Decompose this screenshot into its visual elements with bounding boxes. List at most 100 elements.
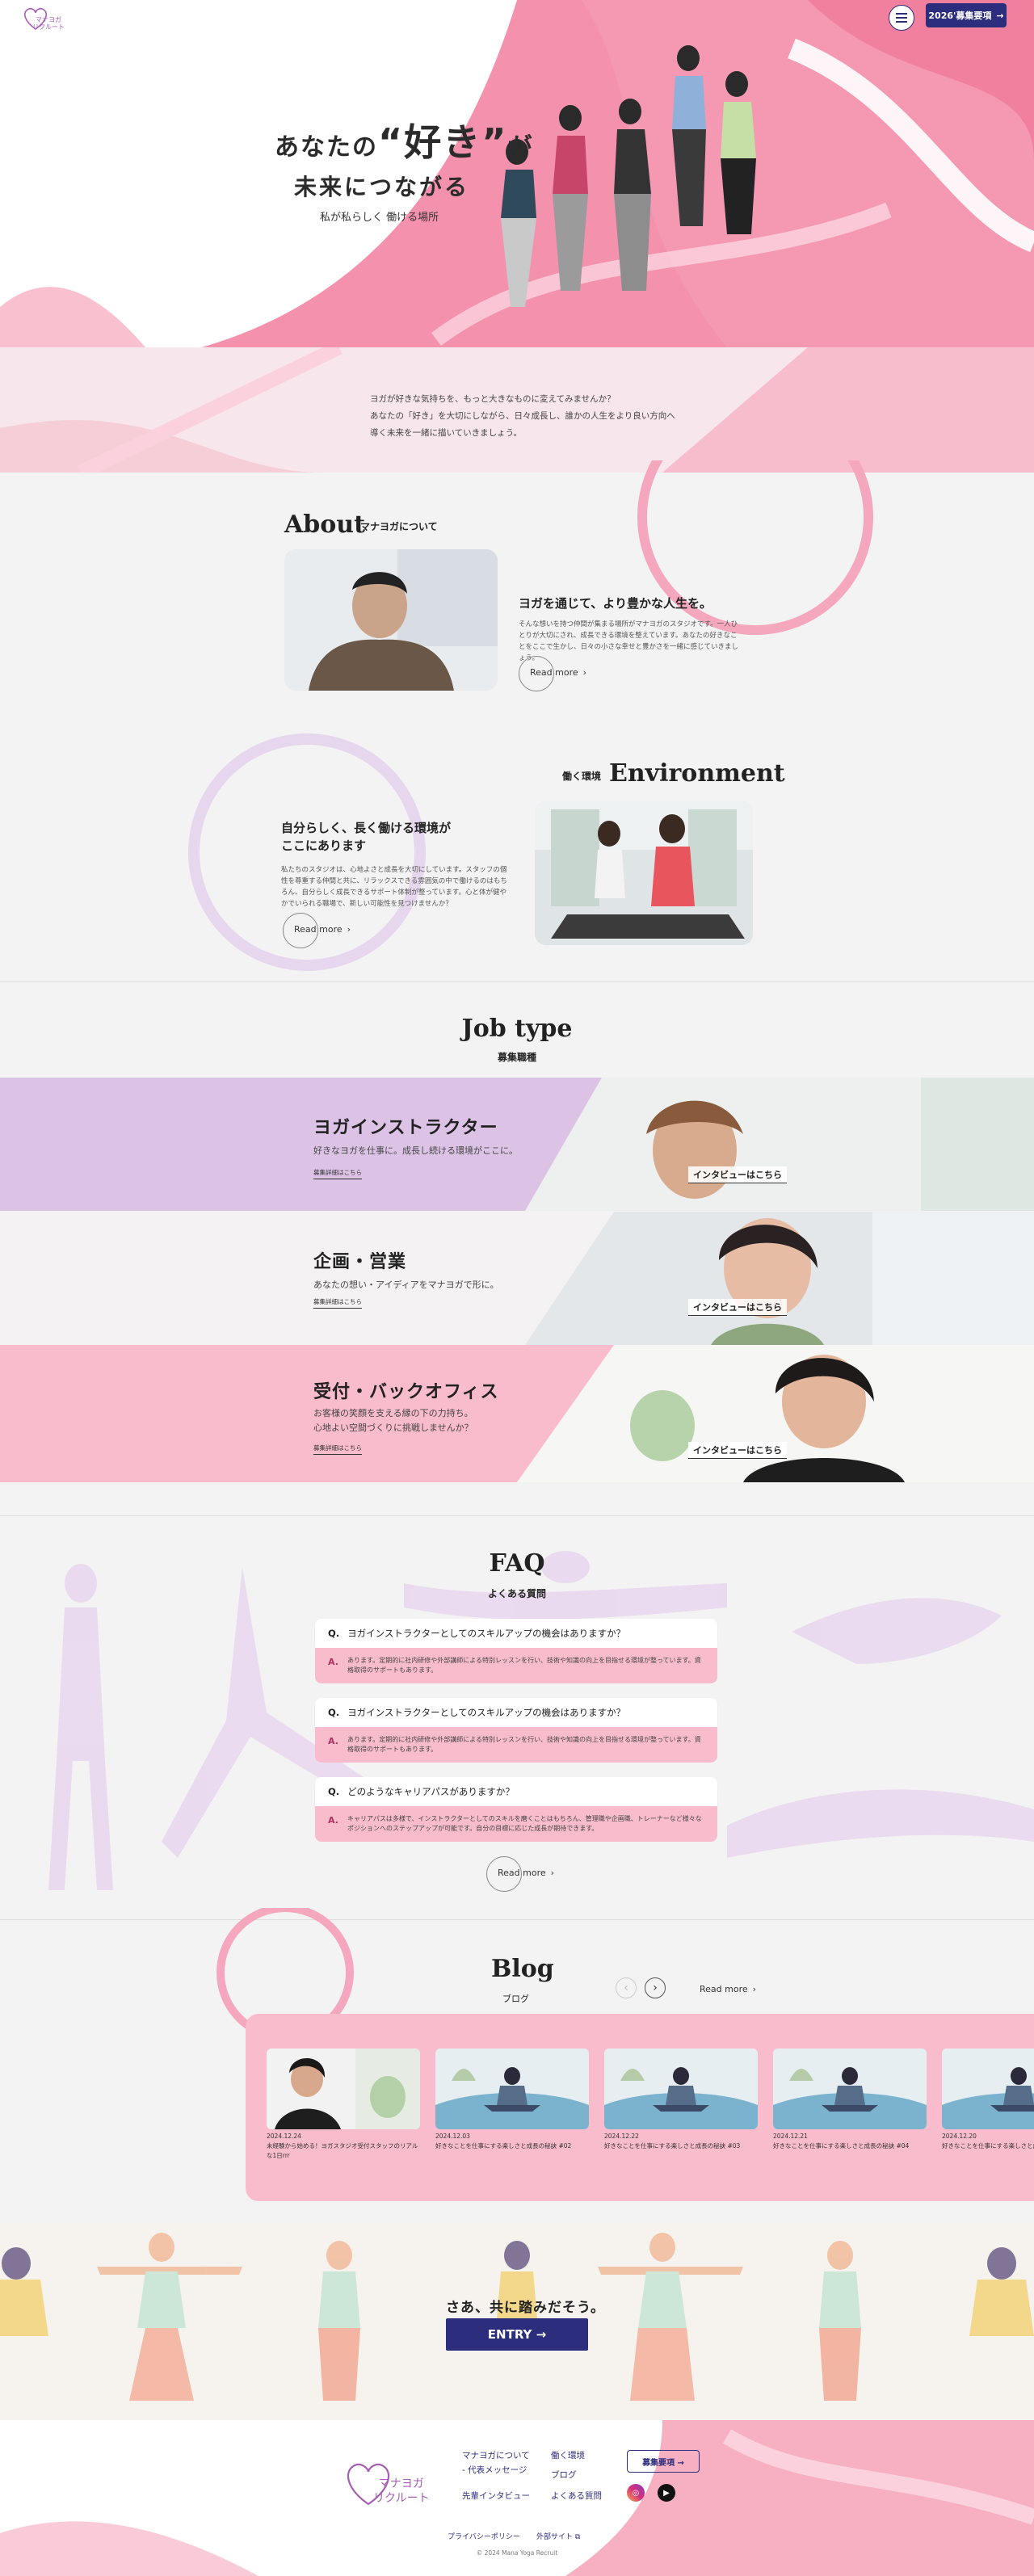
environment-heading: 自分らしく、長く働ける環境が ここにあります: [281, 821, 452, 853]
environment-title-jp: 働く環境: [562, 771, 602, 782]
chevron-right-icon: ›: [752, 1984, 757, 1994]
youtube-icon[interactable]: ▶: [658, 2484, 675, 2502]
footer-link-faq[interactable]: よくある質問: [551, 2490, 602, 2502]
yoga-class-image: [535, 801, 753, 945]
faq-answer: A. キャリアパスは多様で、インストラクターとしてのスキルを磨くことはもちろん、管…: [315, 1806, 717, 1842]
job-detail-link[interactable]: 募集詳細はこちら: [313, 1443, 362, 1455]
hero-section: [0, 0, 1034, 347]
footer-link-interview[interactable]: 先輩インタビュー: [462, 2490, 530, 2502]
q-mark: Q.: [328, 1628, 340, 1639]
job-photo-sales: [525, 1212, 1034, 1345]
blog-card[interactable]: 2024.12.22 好きなことを仕事にする楽しさと成長の秘訣 #03: [604, 2049, 758, 2151]
blog-thumbnail: [942, 2049, 1034, 2129]
about-heading: ヨガを通じて、より豊かな人生を。: [519, 596, 712, 611]
section-divider: [0, 981, 1034, 982]
about-title-jp: マナヨガについて: [360, 521, 438, 532]
hamburger-menu-button[interactable]: [889, 5, 914, 31]
environment-title: Environment: [609, 759, 785, 788]
footer-privacy-link[interactable]: プライバシーポリシー: [448, 2531, 520, 2541]
blog-title-jp: ブログ: [502, 1994, 529, 2004]
man-portrait-image: [284, 549, 498, 691]
a-mark: A.: [328, 1815, 338, 1826]
faq-question[interactable]: Q. どのようなキャリアパスがありますか？: [315, 1777, 717, 1806]
faq-answer: A. あります。定期的に社内研修や外部講師による特別レッスンを行い、技術や知識の向…: [315, 1648, 717, 1683]
job-photo-backoffice: [517, 1345, 1034, 1482]
faq-question[interactable]: Q. ヨガインストラクターとしてのスキルアップの機会はありますか？: [315, 1619, 717, 1648]
job-title: 企画・営業: [313, 1252, 407, 1272]
q-mark: Q.: [328, 1786, 340, 1797]
blog-post-title: 未経験から始める！ヨガスタジオ受付スタッフのリアルな1日rrr: [267, 2142, 418, 2159]
footer-recruit-button[interactable]: 募集要項 →: [627, 2450, 700, 2473]
intro-text: ヨガが好きな気持ちを、もっと大きなものに変えてみませんか？ あなたの「好き」を大…: [370, 394, 675, 438]
blog-post-title: 好きなことを仕事にする楽しさと成長の秘訣 #04: [773, 2142, 910, 2149]
job-desc: お客様の笑顔を支える縁の下の力持ち。 心地よい空間づくりに挑戦しませんか？: [313, 1408, 473, 1433]
blog-date: 2024.12.24: [267, 2133, 301, 2140]
footer-link-about[interactable]: マナヨガについて: [462, 2449, 530, 2461]
jobtype-title-jp: 募集職種: [497, 1052, 536, 1063]
job-detail-link[interactable]: 募集詳細はこちら: [313, 1297, 362, 1309]
hero-title-line1: あなたの“好き”が: [275, 120, 534, 164]
blog-read-more[interactable]: Read more ›: [700, 1984, 756, 1994]
job-detail-link[interactable]: 募集詳細はこちら: [313, 1168, 362, 1179]
environment-body: 私たちのスタジオは、心地よさと成長を大切にしています。スタッフの個性を尊重する仲…: [281, 866, 507, 908]
job-card-backoffice[interactable]: 受付・バックオフィス お客様の笑顔を支える縁の下の力持ち。 心地よい空間づくりに挑…: [0, 1345, 1034, 1482]
header-recruit-button[interactable]: 2026'募集要項 →: [926, 3, 1007, 27]
read-more-circle: [486, 1856, 522, 1892]
blog-post-title: 好きなことを仕事にする楽しさと成長の秘訣 #05: [942, 2142, 1034, 2149]
about-title: About: [284, 511, 365, 539]
about-read-more[interactable]: Read more ›: [519, 656, 587, 691]
interview-link[interactable]: インタビューはこちら: [688, 1442, 787, 1459]
about-photo: [284, 549, 498, 691]
faq-title: FAQ: [489, 1549, 545, 1578]
section-divider: [0, 1919, 1034, 1920]
blog-card[interactable]: 2024.12.03 好きなことを仕事にする楽しさと成長の秘訣 #02: [435, 2049, 589, 2151]
faq-answer: A. あります。定期的に社内研修や外部講師による特別レッスンを行い、技術や知識の向…: [315, 1727, 717, 1763]
blog-title: Blog: [491, 1955, 554, 1983]
blog-card[interactable]: 2024.12.20 好きなことを仕事にする楽しさと成長の秘訣 #05: [942, 2049, 1034, 2151]
blog-card[interactable]: 2024.12.24 未経験から始める！ヨガスタジオ受付スタッフのリアルな1日r…: [267, 2049, 420, 2161]
footer-logo-text: マナヨガ リクルート: [373, 2477, 430, 2505]
hero-title-line2: 未来につながる: [294, 174, 470, 200]
blog-date: 2024.12.20: [942, 2133, 977, 2140]
blog-date: 2024.12.21: [773, 2133, 808, 2140]
faq-title-jp: よくある質問: [487, 1588, 546, 1599]
blog-thumbnail: [773, 2049, 927, 2129]
job-title: ヨガインストラクター: [313, 1118, 498, 1138]
footer-external-link[interactable]: 外部サイト ⧉: [536, 2531, 580, 2541]
instagram-icon[interactable]: ◎: [627, 2484, 645, 2502]
interview-link[interactable]: インタビューはこちら: [688, 1166, 787, 1183]
faq-read-more[interactable]: Read more ›: [486, 1856, 554, 1892]
read-more-circle: [519, 656, 554, 691]
environment-read-more[interactable]: Read more ›: [283, 913, 351, 948]
footer-link-message[interactable]: - 代表メッセージ: [462, 2464, 527, 2476]
job-card-sales[interactable]: 企画・営業 あなたの想い・アイディアをマナヨガで形に。 募集詳細はこちら インタ…: [0, 1212, 1034, 1345]
job-card-instructor[interactable]: ヨガインストラクター 好きなヨガを仕事に。成長し続ける環境がここに。 募集詳細は…: [0, 1078, 1034, 1211]
external-link-icon: ⧉: [574, 2533, 581, 2541]
a-mark: A.: [328, 1736, 338, 1746]
hero-title-keyword: “好き”: [378, 120, 508, 164]
footer-copyright: © 2024 Mana Yoga Recruit: [476, 2549, 558, 2557]
a-mark: A.: [328, 1657, 338, 1667]
blog-thumbnail: [267, 2049, 420, 2129]
blog-card[interactable]: 2024.12.21 好きなことを仕事にする楽しさと成長の秘訣 #04: [773, 2049, 927, 2151]
logo-text: マナヨガ リクルート: [32, 16, 65, 31]
entry-button[interactable]: ENTRY →: [446, 2318, 588, 2351]
faq-question[interactable]: Q. ヨガインストラクターとしてのスキルアップの機会はありますか？: [315, 1698, 717, 1727]
chevron-right-icon: ›: [582, 667, 587, 678]
job-title: 受付・バックオフィス: [313, 1382, 499, 1402]
blog-date: 2024.12.22: [604, 2133, 639, 2140]
blog-next-button[interactable]: ›: [645, 1977, 666, 1998]
interview-link[interactable]: インタビューはこちら: [688, 1299, 787, 1316]
footer-link-environment[interactable]: 働く環境: [551, 2449, 585, 2461]
hero-subtitle: 私が私らしく 働ける場所: [320, 212, 439, 224]
footer-link-blog[interactable]: ブログ: [551, 2469, 577, 2481]
entry-catchphrase: さあ、共に踏みだそう。: [446, 2300, 605, 2316]
environment-photo: [535, 801, 753, 945]
chevron-right-icon: ›: [347, 924, 351, 935]
about-body: そんな想いを持つ仲間が集まる場所がマナヨガのスタジオです。一人ひとりが大切にされ…: [519, 620, 739, 662]
blog-post-title: 好きなことを仕事にする楽しさと成長の秘訣 #03: [604, 2142, 741, 2149]
blog-prev-button[interactable]: ‹: [616, 1977, 637, 1998]
blog-date: 2024.12.03: [435, 2133, 470, 2140]
section-divider: [0, 1515, 1034, 1516]
q-mark: Q.: [328, 1707, 340, 1718]
